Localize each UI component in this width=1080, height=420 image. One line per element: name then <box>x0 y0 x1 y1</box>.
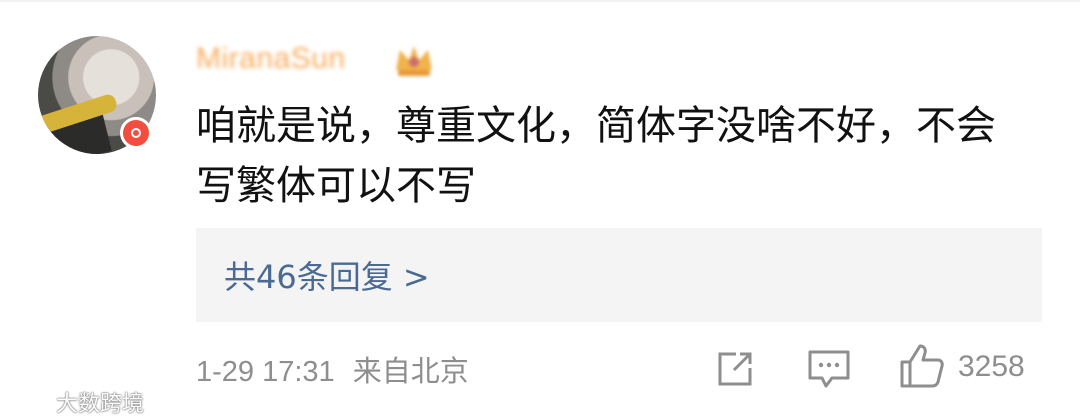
comment-line-2: 写繁体可以不写 <box>196 163 476 209</box>
watermark: 大数跨境 <box>4 386 144 418</box>
thumbs-up-icon[interactable] <box>898 342 946 390</box>
comment-icon[interactable] <box>806 348 852 390</box>
comment-meta: 1-29 17:31 来自北京 <box>196 348 469 390</box>
like-count: 3258 <box>958 350 1025 383</box>
share-icon[interactable] <box>714 348 756 390</box>
verified-badge-icon <box>120 117 152 149</box>
vip-crown-icon <box>396 46 432 76</box>
comment-date: 1-29 17:31 <box>196 356 335 388</box>
comment-line-1: 咱就是说，尊重文化，简体字没啥不好，不会 <box>196 103 996 149</box>
username[interactable]: MiranaSun <box>196 42 346 76</box>
watermark-text: 大数跨境 <box>56 392 145 417</box>
watermark-logo-icon <box>4 392 50 412</box>
replies-panel[interactable]: 共46条回复 > <box>196 228 1042 322</box>
comment-text: 咱就是说，尊重文化，简体字没啥不好，不会 写繁体可以不写 <box>196 96 1056 216</box>
top-divider <box>0 0 1080 2</box>
comment-location: 来自北京 <box>352 356 469 388</box>
view-replies-link[interactable]: 共46条回复 > <box>224 252 430 298</box>
